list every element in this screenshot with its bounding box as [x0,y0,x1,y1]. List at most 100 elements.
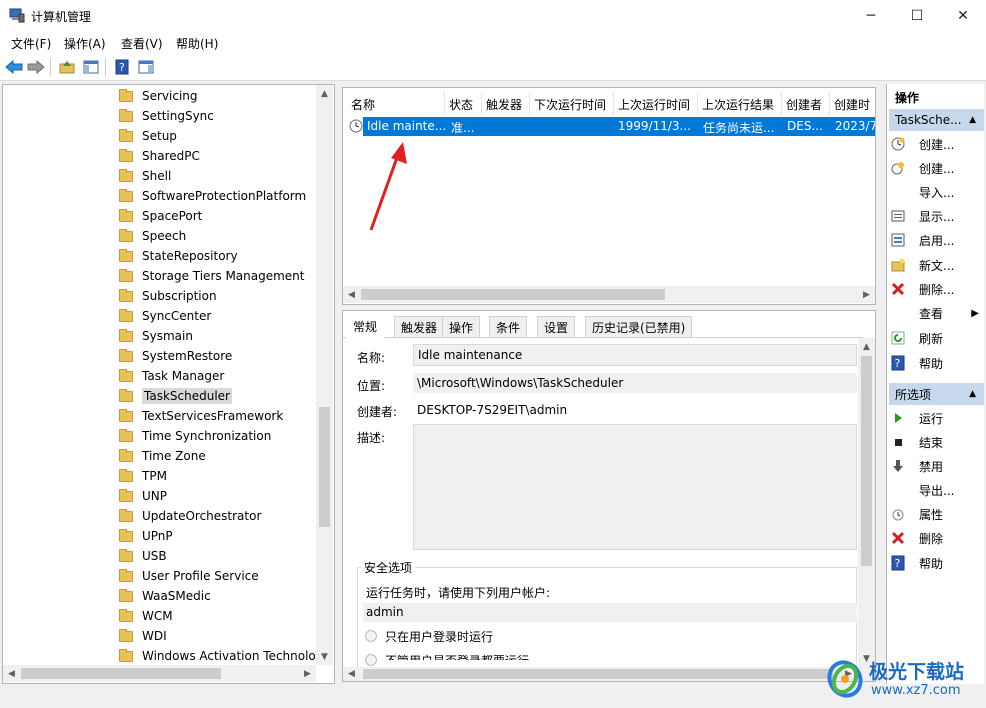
column-name[interactable]: 名称 [347,92,445,116]
tree-hscrollbar[interactable]: ◀ ▶ [3,665,316,682]
radio-whether-logged-on[interactable] [365,654,377,666]
collapse-arrow-icon[interactable]: ▲ [969,115,976,125]
action-item[interactable]: 查看 ▶ [891,302,984,324]
scroll-up-icon[interactable]: ▲ [316,85,333,102]
scroll-right-icon[interactable]: ▶ [858,286,875,303]
show-hide-action-pane-icon[interactable] [137,58,155,76]
scroll-right-icon[interactable]: ▶ [299,665,316,682]
action-item[interactable]: 结束 [891,431,984,453]
action-item[interactable]: 刷新 [891,327,984,349]
tree-item[interactable]: Speech [119,226,186,246]
description-field[interactable] [413,424,857,550]
action-item[interactable]: 导入... [891,181,984,203]
tree-item[interactable]: Sysmain [119,326,193,346]
minimize-button[interactable]: ─ [848,0,894,31]
scroll-thumb[interactable] [361,289,665,300]
menu-help[interactable]: 帮助(H) [176,35,218,52]
scroll-up-icon[interactable]: ▲ [858,338,875,355]
tab-settings[interactable]: 设置 [537,316,576,337]
show-hide-tree-icon[interactable] [82,58,100,76]
column-next-run[interactable]: 下次运行时间 [530,92,614,116]
action-item[interactable]: 启用... [891,229,984,251]
scroll-left-icon[interactable]: ◀ [3,665,20,682]
back-arrow-icon[interactable] [5,58,23,76]
action-item[interactable]: 创建... [891,133,984,155]
table-row[interactable]: Idle mainte... 准... 1999/11/3... 任务尚未运..… [363,117,875,136]
menu-action[interactable]: 操作(A) [64,35,106,52]
actions-section-selected-item[interactable]: 所选项 ▲ [889,383,984,405]
help-toolbar-icon[interactable]: ? [113,58,131,76]
tab-history[interactable]: 历史记录(已禁用) [585,316,693,337]
name-field[interactable]: Idle maintenance [413,344,857,366]
scroll-thumb[interactable] [319,407,330,527]
tree-item[interactable]: Windows Activation Technolog [119,646,323,666]
tab-general[interactable]: 常规 [346,313,385,338]
details-vscrollbar[interactable]: ▲ ▼ [858,338,875,667]
action-item[interactable]: 属性 [891,503,984,525]
column-triggers[interactable]: 触发器 [482,92,530,116]
maximize-button[interactable]: ☐ [894,0,940,31]
action-item[interactable]: 运行 [891,407,984,429]
action-item[interactable]: 导出... [891,479,984,501]
tree-item[interactable]: StateRepository [119,246,238,266]
run-as-user-field[interactable]: admin [363,603,857,622]
task-list-hscrollbar[interactable]: ◀ ▶ [343,286,875,303]
location-field[interactable]: \Microsoft\Windows\TaskScheduler [413,373,857,393]
tree-item[interactable]: SoftwareProtectionPlatform [119,186,306,206]
action-item[interactable]: 删除 [891,527,984,549]
tree-item[interactable]: UpdateOrchestrator [119,506,261,526]
tree-item[interactable]: SettingSync [119,106,214,126]
column-last-run[interactable]: 上次运行时间 [614,92,698,116]
tree-item[interactable]: TextServicesFramework [119,406,283,426]
tree-item[interactable]: Storage Tiers Management [119,266,305,286]
actions-section-taskscheduler[interactable]: TaskSche... ▲ [889,109,984,131]
tree-item[interactable]: Task Manager [119,366,224,386]
scroll-thumb[interactable] [861,356,872,566]
column-author[interactable]: 创建者 [782,92,830,116]
tree-item[interactable]: Shell [119,166,171,186]
tree-item[interactable]: UPnP [119,526,173,546]
tree-item[interactable]: WaaSMedic [119,586,211,606]
tree-item[interactable]: Subscription [119,286,217,306]
action-item[interactable]: 创建... [891,157,984,179]
tree-vscrollbar[interactable]: ▲ ▼ [316,85,333,665]
action-item[interactable]: 删除... [891,278,984,300]
menu-file[interactable]: 文件(F) [11,35,51,52]
tree-item[interactable]: TaskScheduler [119,386,232,406]
column-last-result[interactable]: 上次运行结果 [698,92,782,116]
radio-logged-on-only[interactable] [365,630,377,642]
action-item[interactable]: ? 帮助 [891,352,984,374]
tree-item[interactable]: TPM [119,466,167,486]
scroll-thumb[interactable] [363,669,833,679]
column-created[interactable]: 创建时 [830,92,875,116]
tree-item[interactable]: Servicing [119,86,198,106]
close-button[interactable]: ✕ [940,0,986,31]
forward-arrow-icon[interactable] [27,58,45,76]
action-item[interactable]: 显示... [891,205,984,227]
tab-conditions[interactable]: 条件 [489,316,528,337]
tree-item[interactable]: USB [119,546,167,566]
action-item[interactable]: ? 帮助 [891,552,984,574]
tab-triggers[interactable]: 触发器 [394,316,445,337]
tree-item[interactable]: Setup [119,126,177,146]
scroll-thumb[interactable] [21,668,221,679]
scroll-down-icon[interactable]: ▼ [316,648,333,665]
tree-item[interactable]: SharedPC [119,146,200,166]
action-item[interactable]: 禁用 [891,455,984,477]
collapse-arrow-icon[interactable]: ▲ [969,389,976,399]
column-status[interactable]: 状态 [445,92,482,116]
tree-item[interactable]: Time Zone [119,446,206,466]
action-item[interactable]: 新文... [891,254,984,276]
scroll-left-icon[interactable]: ◀ [343,665,360,681]
up-folder-icon[interactable] [58,58,76,76]
tab-actions[interactable]: 操作 [442,316,481,337]
tree-item[interactable]: WDI [119,626,167,646]
menu-view[interactable]: 查看(V) [121,35,163,52]
tree-item[interactable]: UNP [119,486,167,506]
tree-item[interactable]: SyncCenter [119,306,211,326]
details-hscrollbar[interactable]: ◀ ▶ [343,667,875,681]
scroll-left-icon[interactable]: ◀ [343,286,360,303]
tree-item[interactable]: Time Synchronization [119,426,271,446]
tree-item[interactable]: WCM [119,606,173,626]
tree-item[interactable]: SpacePort [119,206,202,226]
